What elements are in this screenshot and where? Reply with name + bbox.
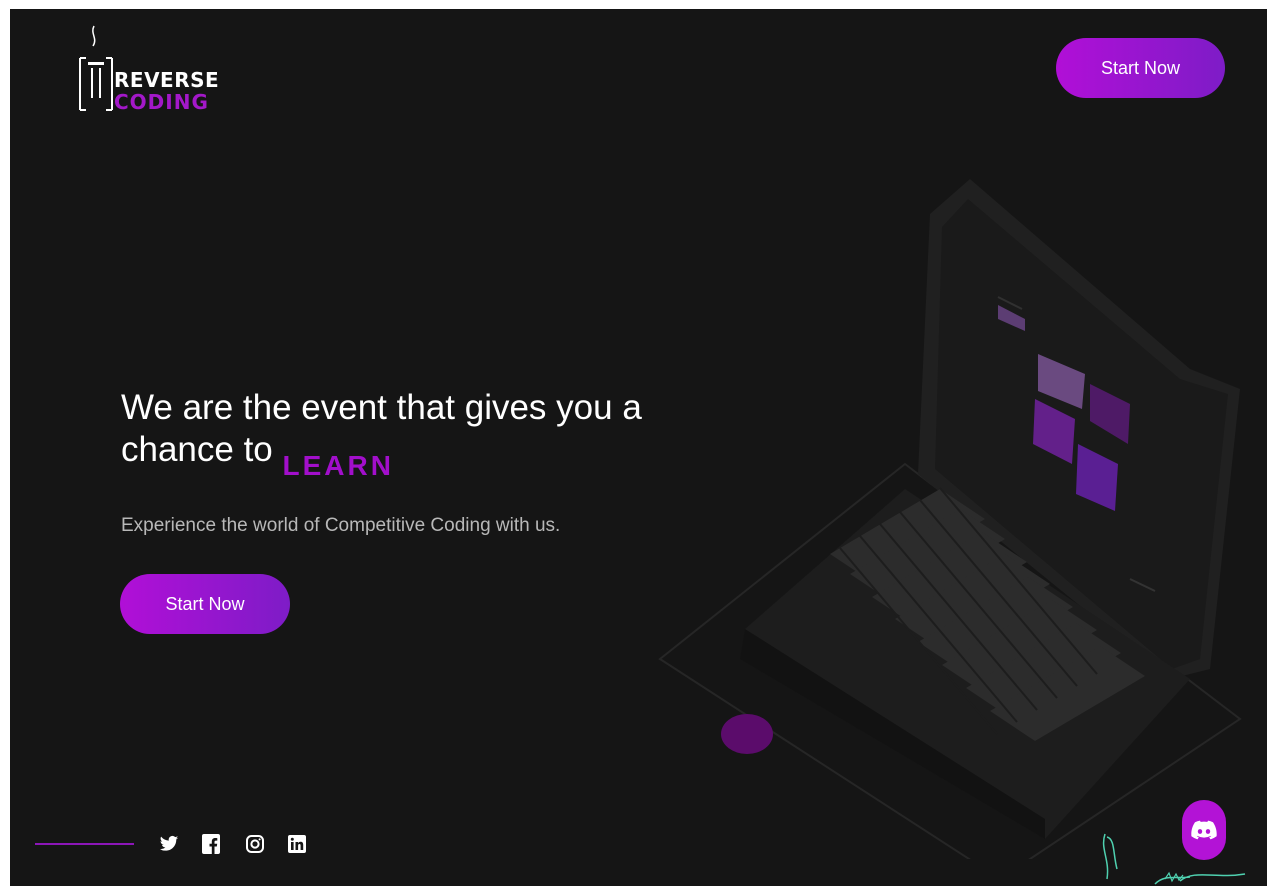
- hero-subtext: Experience the world of Competitive Codi…: [121, 515, 561, 536]
- brand-logo[interactable]: REVERSE CODING: [76, 22, 220, 114]
- hero-start-now-button[interactable]: Start Now: [120, 574, 290, 634]
- social-divider-line: [35, 843, 134, 845]
- decorative-purple-dot: [721, 714, 773, 754]
- decorative-scribble: [1102, 833, 1246, 885]
- coffee-cup-icon: [79, 25, 113, 111]
- twitter-icon[interactable]: [158, 833, 180, 855]
- instagram-icon[interactable]: [244, 833, 266, 855]
- brand-word-coding: CODING: [114, 90, 209, 114]
- brand-word-reverse: REVERSE: [114, 68, 220, 92]
- linkedin-icon[interactable]: [286, 833, 308, 855]
- hero-headline: We are the event that gives you a chance…: [121, 387, 681, 487]
- laptop-illustration: [658, 179, 1242, 859]
- header-start-now-button[interactable]: Start Now: [1056, 38, 1225, 98]
- facebook-icon[interactable]: [200, 833, 222, 855]
- page-frame: REVERSE CODING Start Now We are the even…: [10, 9, 1267, 886]
- hero-rotating-word: LEARN: [282, 450, 394, 481]
